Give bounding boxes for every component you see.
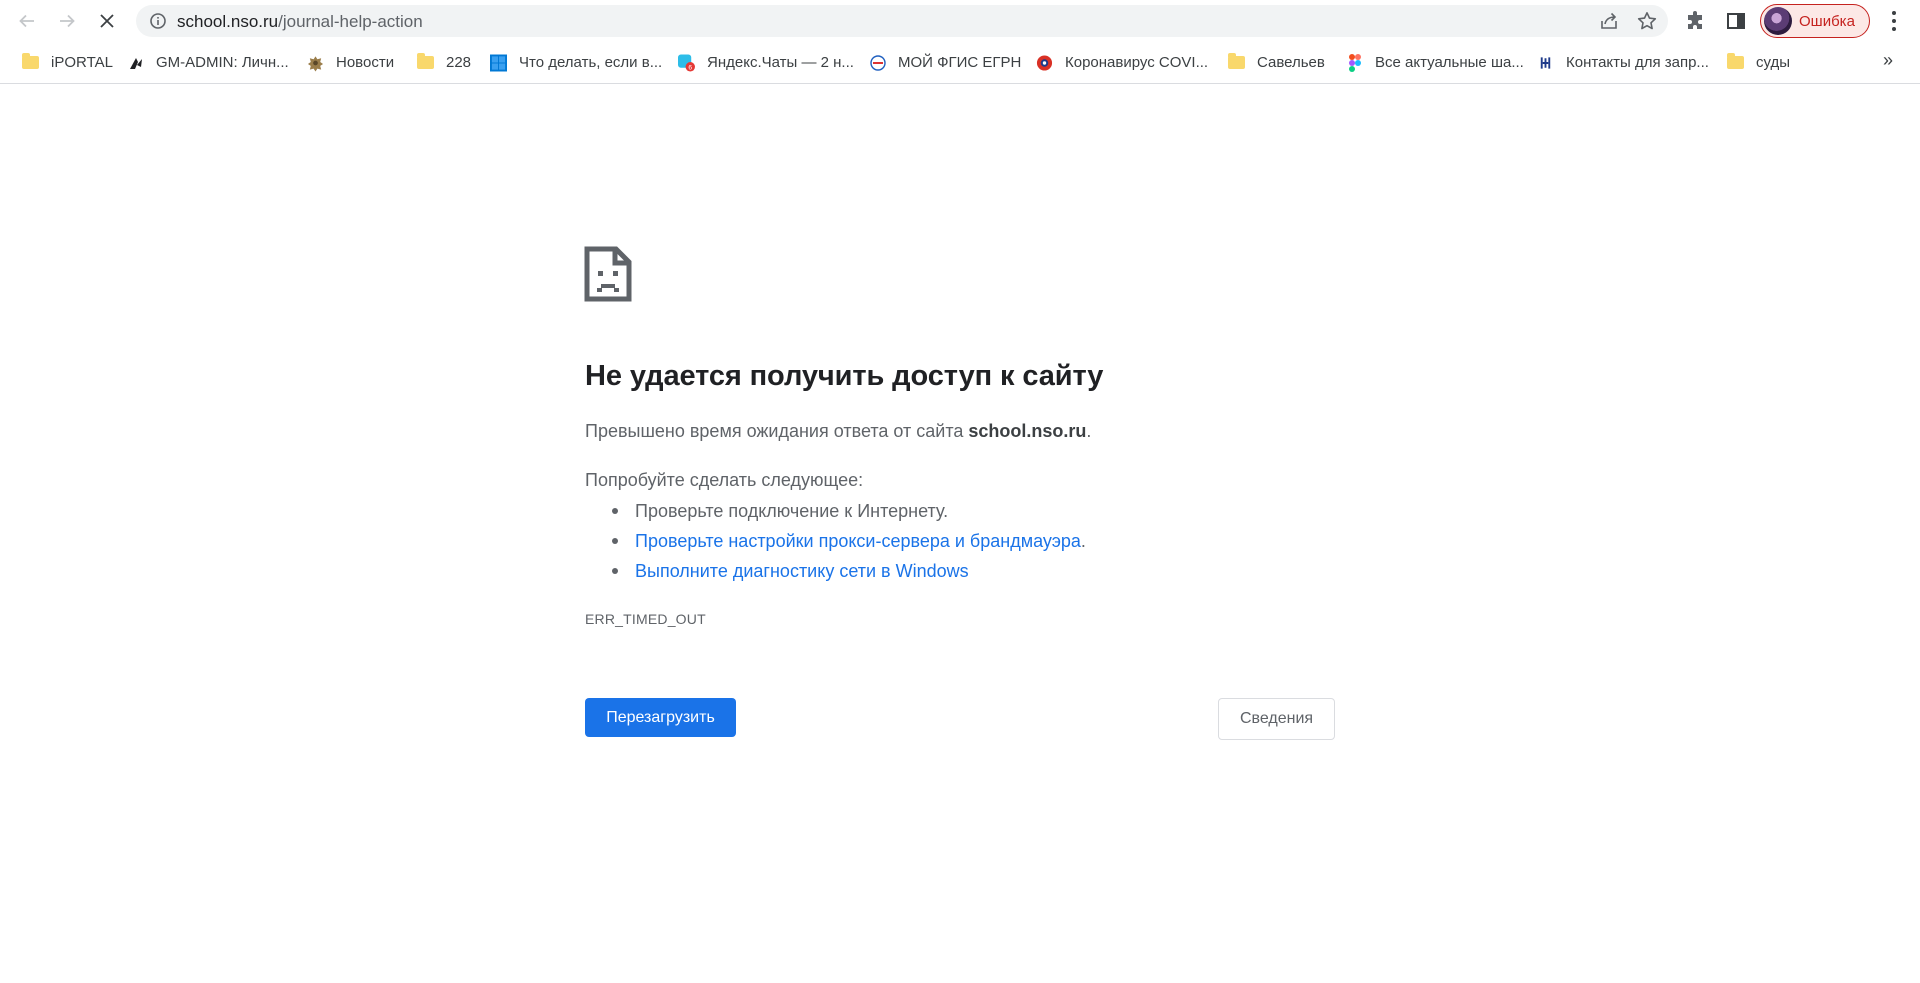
bookmark-label: Савельев <box>1257 54 1325 71</box>
bookmark-label: суды <box>1756 54 1791 71</box>
bookmark-label: Все актуальные ша... <box>1375 54 1524 71</box>
url-path: /journal-help-action <box>278 12 423 31</box>
extensions-puzzle-icon[interactable] <box>1684 9 1708 33</box>
suggestion-proxy-firewall-link[interactable]: Проверьте настройки прокси-сервера и бра… <box>635 531 1081 551</box>
bookmark-savelev[interactable]: Савельев <box>1228 42 1325 83</box>
bookmark-label: iPORTAL <box>51 54 113 71</box>
error-description-end: . <box>1086 421 1092 441</box>
suggestions-heading: Попробуйте сделать следующее: <box>585 470 864 490</box>
share-icon[interactable] <box>1598 10 1620 32</box>
folder-icon <box>22 53 39 71</box>
error-title: Не удается получить доступ к сайту <box>585 360 1104 392</box>
back-button[interactable] <box>13 7 41 35</box>
bookmark-courts[interactable]: суды <box>1727 42 1790 83</box>
suggestions-list: Проверьте подключение к Интернету. Прове… <box>585 500 1086 590</box>
svg-text:6: 6 <box>688 64 692 71</box>
profile-error-button[interactable]: Ошибка <box>1760 4 1870 38</box>
bookmarks-overflow-button[interactable]: » <box>1883 50 1893 71</box>
bookmark-label: 228 <box>446 54 472 71</box>
windows-icon <box>490 54 507 71</box>
error-host: school.nso.ru <box>968 421 1087 441</box>
bookmark-windows[interactable]: Что делать, если в... <box>490 42 662 83</box>
bookmark-iportal[interactable]: iPORTAL <box>22 42 113 83</box>
bookmark-contacts[interactable]: Контакты для запр... <box>1537 42 1709 83</box>
bookmark-gm-admin[interactable]: GM-ADMIN: Личн... <box>127 42 289 83</box>
bookmark-news[interactable]: Новости <box>307 42 394 83</box>
arrow-right-icon <box>60 14 75 28</box>
bookmark-label: Что делать, если в... <box>519 54 663 71</box>
bookmark-228[interactable]: 228 <box>417 42 471 83</box>
folder-icon <box>1228 53 1245 71</box>
list-item: Проверьте подключение к Интернету. <box>585 500 1086 530</box>
gm-admin-icon <box>127 54 144 71</box>
avatar <box>1764 7 1792 35</box>
suggestion-period: . <box>1080 531 1086 551</box>
suggestion-check-connection: Проверьте подключение к Интернету. <box>635 501 949 521</box>
arrow-left-icon <box>19 14 34 28</box>
url-text[interactable]: school.nso.ru/journal-help-action <box>177 12 423 31</box>
bookmark-label: Коронавирус COVI... <box>1065 54 1209 71</box>
emblem-icon <box>307 54 324 71</box>
yandex-chats-icon: 6 <box>678 54 695 71</box>
list-item: Выполните диагностику сети в Windows <box>585 560 1086 590</box>
suggestion-network-diagnostics-link[interactable]: Выполните диагностику сети в Windows <box>635 561 969 581</box>
side-panel-icon[interactable] <box>1724 9 1748 33</box>
error-description: Превышено время ожидания ответа от сайта… <box>585 421 1091 442</box>
reload-button[interactable]: Перезагрузить <box>585 698 736 737</box>
bookmark-label: GM-ADMIN: Личн... <box>156 54 289 71</box>
bookmark-label: Контакты для запр... <box>1566 54 1709 71</box>
figma-icon <box>1346 53 1363 72</box>
star-icon[interactable] <box>1636 10 1658 32</box>
profile-error-label: Ошибка <box>1799 12 1855 30</box>
bookmark-yandex-chats[interactable]: 6 Яндекс.Чаты — 2 н... <box>678 42 854 83</box>
address-bar[interactable]: school.nso.ru/journal-help-action <box>136 5 1668 37</box>
list-item: Проверьте настройки прокси-сервера и бра… <box>585 530 1086 560</box>
forward-button[interactable] <box>53 7 81 35</box>
sad-page-icon <box>584 246 632 302</box>
error-code: ERR_TIMED_OUT <box>585 611 706 627</box>
bookmark-label: Новости <box>336 54 395 71</box>
url-host: school.nso.ru <box>177 12 279 31</box>
bookmark-egrn[interactable]: МОЙ ФГИС ЕГРН <box>869 42 1021 83</box>
more-vert-icon[interactable] <box>1882 8 1906 34</box>
covid-icon <box>1036 54 1053 71</box>
browser-toolbar: school.nso.ru/journal-help-action Ошибка <box>0 0 1920 42</box>
bookmark-covid[interactable]: Коронавирус COVI... <box>1036 42 1208 83</box>
folder-icon <box>417 53 434 71</box>
info-icon[interactable] <box>149 12 167 30</box>
bookmarks-bar: iPORTAL GM-ADMIN: Личн... Новости 228 Чт… <box>0 42 1920 84</box>
bookmark-label: Яндекс.Чаты — 2 н... <box>707 54 854 71</box>
details-button[interactable]: Сведения <box>1218 698 1335 740</box>
folder-icon <box>1727 53 1744 71</box>
egrn-icon <box>869 54 886 71</box>
bookmark-label: МОЙ ФГИС ЕГРН <box>898 54 1022 71</box>
error-description-text: Превышено время ожидания ответа от сайта <box>585 421 969 441</box>
emblem-icon <box>1537 54 1554 71</box>
bookmark-templates[interactable]: Все актуальные ша... <box>1346 42 1524 83</box>
close-icon <box>100 14 114 28</box>
stop-loading-button[interactable] <box>93 7 121 35</box>
